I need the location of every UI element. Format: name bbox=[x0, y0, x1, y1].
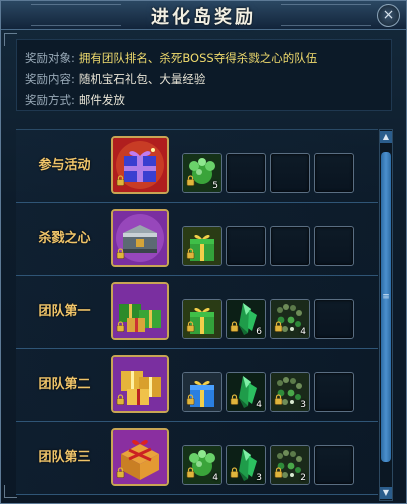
lock-icon bbox=[186, 171, 195, 190]
empty-item-slot[interactable] bbox=[314, 445, 354, 485]
lock-icon bbox=[274, 463, 283, 482]
reward-list: 参与活动 5 杀戮之心团队第一 6 4 团队第二 4 3 团队第三 4 3 2 bbox=[16, 129, 378, 502]
reward-item-slot[interactable] bbox=[182, 226, 222, 266]
empty-item-slot[interactable] bbox=[270, 153, 310, 193]
empty-item-slot[interactable] bbox=[226, 226, 266, 266]
empty-item-slot[interactable] bbox=[226, 153, 266, 193]
reward-item-slot[interactable]: 4 bbox=[270, 299, 310, 339]
lock-icon bbox=[274, 390, 283, 409]
info-key: 奖励对象: bbox=[25, 51, 75, 65]
orange-gift-box-icon[interactable] bbox=[111, 428, 169, 486]
reward-item-slot[interactable] bbox=[182, 299, 222, 339]
gold-gift-pile-icon[interactable] bbox=[111, 355, 169, 413]
lock-icon bbox=[186, 317, 195, 336]
item-count: 4 bbox=[256, 400, 262, 410]
title-bar: 进化岛奖励 × bbox=[1, 1, 406, 30]
reward-item-slot[interactable]: 4 bbox=[182, 445, 222, 485]
info-line-content: 奖励内容: 随机宝石礼包、大量经验 bbox=[25, 71, 205, 87]
item-count: 2 bbox=[300, 473, 306, 483]
lock-icon bbox=[230, 317, 239, 336]
lock-icon bbox=[274, 317, 283, 336]
item-count: 3 bbox=[256, 473, 262, 483]
reward-tier-label: 参与活动 bbox=[38, 158, 91, 173]
reward-row: 参与活动 5 bbox=[16, 130, 378, 203]
blue-gift-chest-icon[interactable] bbox=[111, 136, 169, 194]
lock-icon bbox=[186, 463, 195, 482]
lock-icon bbox=[186, 244, 195, 263]
info-value: 拥有团队排名、杀死BOSS夺得杀戮之心的队伍 bbox=[78, 51, 318, 65]
reward-tier-label: 团队第一 bbox=[38, 304, 91, 319]
lock-icon bbox=[116, 390, 125, 409]
reward-window: 进化岛奖励 × 奖励对象: 拥有团队排名、杀死BOSS夺得杀戮之心的队伍 奖励内容… bbox=[0, 0, 407, 504]
reward-item-slot[interactable]: 2 bbox=[270, 445, 310, 485]
scroll-thumb[interactable]: ≡ bbox=[381, 152, 391, 462]
reward-item-slot[interactable]: 6 bbox=[226, 299, 266, 339]
lock-icon bbox=[116, 463, 125, 482]
lock-icon bbox=[230, 390, 239, 409]
info-value: 随机宝石礼包、大量经验 bbox=[78, 72, 206, 86]
empty-item-slot[interactable] bbox=[314, 226, 354, 266]
reward-tier-label: 团队第二 bbox=[38, 377, 91, 392]
lock-icon bbox=[186, 390, 195, 409]
info-key: 奖励方式: bbox=[25, 93, 75, 107]
scroll-up-button[interactable]: ▲ bbox=[380, 131, 392, 143]
reward-item-slot[interactable]: 3 bbox=[270, 372, 310, 412]
item-count: 3 bbox=[300, 400, 306, 410]
reward-tier-label: 团队第三 bbox=[38, 450, 91, 465]
reward-row: 团队第三 4 3 2 bbox=[16, 422, 378, 495]
empty-item-slot[interactable] bbox=[314, 153, 354, 193]
reward-row: 团队第二 4 3 bbox=[16, 349, 378, 422]
reward-info-panel: 奖励对象: 拥有团队排名、杀死BOSS夺得杀戮之心的队伍 奖励内容: 随机宝石礼包、… bbox=[16, 39, 392, 111]
corner-ornament bbox=[4, 485, 17, 498]
empty-item-slot[interactable] bbox=[314, 372, 354, 412]
scroll-down-button[interactable]: ▼ bbox=[380, 487, 392, 499]
info-key: 奖励内容: bbox=[25, 72, 75, 86]
reward-item-slot[interactable] bbox=[182, 372, 222, 412]
reward-item-slot[interactable]: 5 bbox=[182, 153, 222, 193]
corner-ornament bbox=[4, 33, 17, 46]
close-button[interactable]: × bbox=[377, 4, 400, 27]
window-title: 进化岛奖励 bbox=[151, 7, 256, 28]
reward-row: 杀戮之心 bbox=[16, 203, 378, 276]
item-count: 4 bbox=[300, 327, 306, 337]
reward-item-slot[interactable]: 3 bbox=[226, 445, 266, 485]
ornate-treasure-chest-icon[interactable] bbox=[111, 209, 169, 267]
lock-icon bbox=[116, 244, 125, 263]
reward-tier-label: 杀戮之心 bbox=[38, 231, 91, 246]
scrollbar[interactable]: ▲ ≡ ▼ bbox=[379, 129, 393, 501]
info-line-method: 奖励方式: 邮件发放 bbox=[25, 92, 125, 108]
empty-item-slot[interactable] bbox=[270, 226, 310, 266]
reward-item-slot[interactable]: 4 bbox=[226, 372, 266, 412]
item-count: 5 bbox=[212, 181, 218, 191]
lock-icon bbox=[116, 171, 125, 190]
grip-icon: ≡ bbox=[382, 292, 390, 302]
info-line-target: 奖励对象: 拥有团队排名、杀死BOSS夺得杀戮之心的队伍 bbox=[25, 50, 317, 66]
empty-item-slot[interactable] bbox=[314, 299, 354, 339]
green-gift-pile-icon[interactable] bbox=[111, 282, 169, 340]
lock-icon bbox=[116, 317, 125, 336]
item-count: 4 bbox=[212, 473, 218, 483]
info-value: 邮件发放 bbox=[78, 93, 125, 107]
reward-row: 团队第一 6 4 bbox=[16, 276, 378, 349]
lock-icon bbox=[230, 463, 239, 482]
item-count: 6 bbox=[256, 327, 262, 337]
